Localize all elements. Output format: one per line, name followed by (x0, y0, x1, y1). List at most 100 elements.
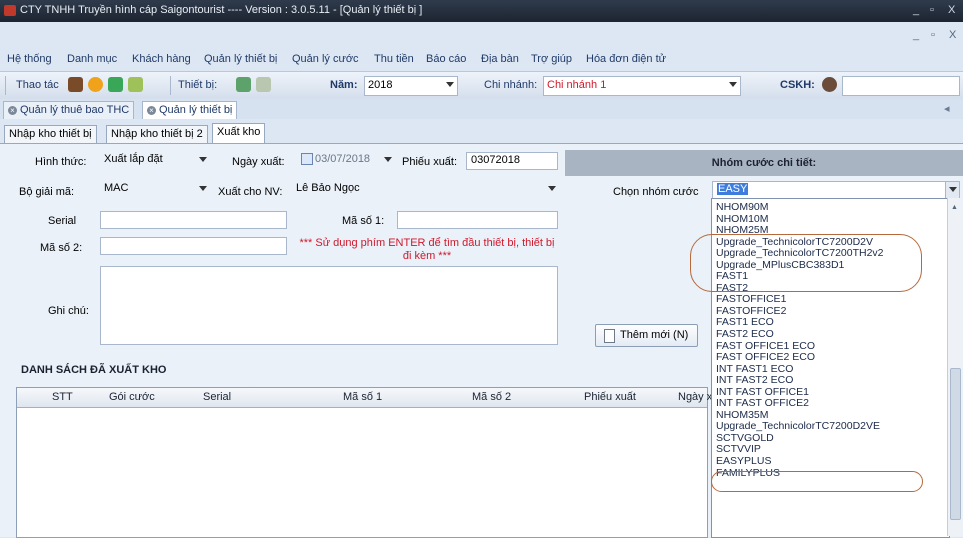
grid-header: STT Gói cước Serial Mã số 1 Mã số 2 Phiế… (17, 388, 712, 408)
scroll-up-icon[interactable]: ▲ (951, 204, 958, 211)
coin-icon[interactable] (88, 77, 103, 92)
mdi-restore-button[interactable]: ▫ (931, 29, 935, 41)
tab-label: Quản lý thiết bị (159, 104, 233, 116)
hinh-thuc-value: Xuất lắp đặt (104, 153, 163, 165)
tab-label: Quản lý thuê bao THC (20, 104, 130, 116)
xuat-cho-nv-select[interactable]: Lê Bảo Ngọc (292, 181, 559, 199)
menu-quan-ly-cuoc[interactable]: Quản lý cước (292, 53, 359, 65)
menu-he-thong[interactable]: Hệ thống (7, 53, 52, 65)
col-ngay-xuat[interactable]: Ngày x (678, 391, 712, 403)
tab-scroll-left-icon[interactable]: ◂ (944, 102, 950, 115)
col-ma-so-1[interactable]: Mã số 1 (343, 391, 382, 403)
chevron-down-icon (199, 186, 207, 191)
ma-so-1-label: Mã số 1: (342, 215, 385, 227)
document-icon[interactable] (108, 77, 123, 92)
phieu-xuat-label: Phiếu xuất: (402, 156, 458, 168)
enter-hint-warning: *** Sử dụng phím ENTER để tìm đầu thiết … (299, 237, 555, 262)
tab-quan-ly-thue-bao[interactable]: × Quản lý thuê bao THC (3, 101, 135, 119)
tab-quan-ly-thiet-bi[interactable]: × Quản lý thiết bị (142, 101, 238, 119)
list-item[interactable]: FAST OFFICE2 ECO (712, 352, 949, 364)
ngay-xuat-value: 03/07/2018 (315, 153, 371, 165)
thiet-bi-label: Thiết bị: (178, 79, 218, 91)
tab-nhap-kho-thiet-bi[interactable]: Nhập kho thiết bị (4, 125, 97, 143)
close-icon[interactable]: × (8, 105, 17, 115)
document-tabs: × Quản lý thuê bao THC × Quản lý thiết bị … (0, 99, 963, 120)
menu-khach-hang[interactable]: Khách hàng (132, 53, 191, 65)
chi-nhanh-label: Chi nhánh: (484, 79, 538, 91)
ma-so-1-input[interactable] (397, 211, 558, 229)
chon-nhom-cuoc-value: EASY (717, 183, 749, 195)
them-moi-button[interactable]: Thêm mới (N) (595, 324, 698, 347)
minimize-button[interactable]: _ (913, 4, 919, 16)
inner-tabs: Nhập kho thiết bị Nhập kho thiết bị 2 Xu… (0, 119, 963, 144)
device-list-icon[interactable] (256, 77, 271, 92)
scrollbar-thumb[interactable] (950, 368, 961, 520)
col-phieu-xuat[interactable]: Phiếu xuất (584, 391, 636, 403)
menu-quan-ly-thiet-bi[interactable]: Quản lý thiết bị (204, 53, 277, 65)
col-stt[interactable]: STT (52, 391, 73, 403)
menu-danh-muc[interactable]: Danh mục (67, 53, 117, 65)
ghi-chu-label: Ghi chú: (48, 305, 89, 317)
menu-hoa-don-dien-tu[interactable]: Hóa đơn điện tử (586, 53, 666, 65)
cskh-field[interactable] (842, 76, 960, 96)
restore-button[interactable]: ▫ (930, 4, 934, 16)
menu-tro-giup[interactable]: Trợ giúp (531, 53, 572, 65)
menu-bao-cao[interactable]: Báo cáo (426, 53, 466, 65)
device-icon[interactable] (236, 77, 251, 92)
report-icon[interactable] (128, 77, 143, 92)
menu-thu-tien[interactable]: Thu tiền (374, 53, 414, 65)
col-serial[interactable]: Serial (203, 391, 231, 403)
xuat-cho-nv-label: Xuất cho NV: (218, 186, 283, 198)
col-goi-cuoc[interactable]: Gói cước (109, 391, 155, 403)
serial-input[interactable] (100, 211, 287, 229)
checkbox-icon[interactable] (301, 153, 313, 166)
new-document-icon (604, 329, 615, 343)
menu-dia-ban[interactable]: Địa bàn (481, 53, 519, 65)
window-title-bar: CTY TNHH Truyền hình cáp Saigontourist -… (0, 0, 963, 22)
hinh-thuc-label: Hình thức: (35, 156, 87, 168)
nhom-cuoc-header: Nhóm cước chi tiết: (565, 150, 963, 176)
ghi-chu-textarea[interactable] (100, 266, 558, 345)
tab-nhap-kho-thiet-bi-2[interactable]: Nhập kho thiết bị 2 (106, 125, 208, 143)
list-item[interactable]: EASYPLUS (712, 455, 949, 468)
list-item[interactable]: NHOM90M (712, 201, 949, 214)
bo-giai-ma-label: Bộ giải mã: (19, 186, 75, 198)
window-title: CTY TNHH Truyền hình cáp Saigontourist -… (20, 4, 423, 16)
toolbar-separator (170, 76, 171, 95)
chon-nhom-cuoc-select[interactable]: EASY (712, 181, 960, 199)
list-item[interactable]: FAMILYPLUS (712, 467, 949, 480)
tv-icon[interactable] (68, 77, 83, 92)
support-person-icon[interactable] (822, 77, 837, 92)
list-item[interactable]: NHOM25M (712, 225, 949, 237)
close-icon[interactable]: × (147, 105, 156, 115)
chi-nhanh-select[interactable]: Chi nhánh 1 (543, 76, 741, 96)
ma-so-2-input[interactable] (100, 237, 287, 255)
chevron-down-icon (729, 82, 737, 87)
phieu-xuat-input[interactable]: 03072018 (466, 152, 558, 170)
list-item[interactable]: Upgrade_TechnicolorTC7200TH2v2 (712, 248, 949, 260)
ngay-xuat-picker[interactable]: 03/07/2018 (297, 152, 395, 170)
dropdown-button[interactable] (945, 182, 959, 198)
list-item[interactable]: FAST2 ECO (712, 328, 949, 341)
thao-tac-label: Thao tác (16, 79, 59, 91)
bo-giai-ma-value: MAC (104, 182, 129, 194)
hinh-thuc-select[interactable]: Xuất lắp đặt (100, 152, 210, 170)
close-button[interactable]: X (948, 4, 955, 16)
list-title: DANH SÁCH ĐÃ XUẤT KHO (21, 364, 167, 376)
nam-label: Năm: (330, 79, 358, 91)
toolbar: Thao tác Thiết bị: Năm: 2018 Chi nhánh: … (0, 71, 963, 100)
mdi-close-button[interactable]: X (949, 29, 956, 41)
col-ma-so-2[interactable]: Mã số 2 (472, 391, 511, 403)
nam-value: 2018 (368, 79, 393, 91)
bo-giai-ma-select[interactable]: MAC (100, 181, 210, 199)
ma-so-2-label: Mã số 2: (40, 242, 83, 254)
chevron-down-icon (949, 187, 957, 192)
chi-nhanh-value: Chi nhánh 1 (547, 79, 607, 91)
nam-select[interactable]: 2018 (364, 76, 458, 96)
tab-xuat-kho[interactable]: Xuất kho (212, 123, 266, 144)
dropdown-scrollbar[interactable]: ▲ (947, 198, 962, 536)
mdi-minimize-button[interactable]: _ (913, 29, 919, 41)
nhom-cuoc-dropdown-list[interactable]: NHOM90M NHOM10M NHOM25M Upgrade_Technico… (711, 198, 950, 538)
ngay-xuat-label: Ngày xuất: (232, 156, 285, 168)
xuat-cho-nv-value: Lê Bảo Ngọc (296, 182, 360, 194)
